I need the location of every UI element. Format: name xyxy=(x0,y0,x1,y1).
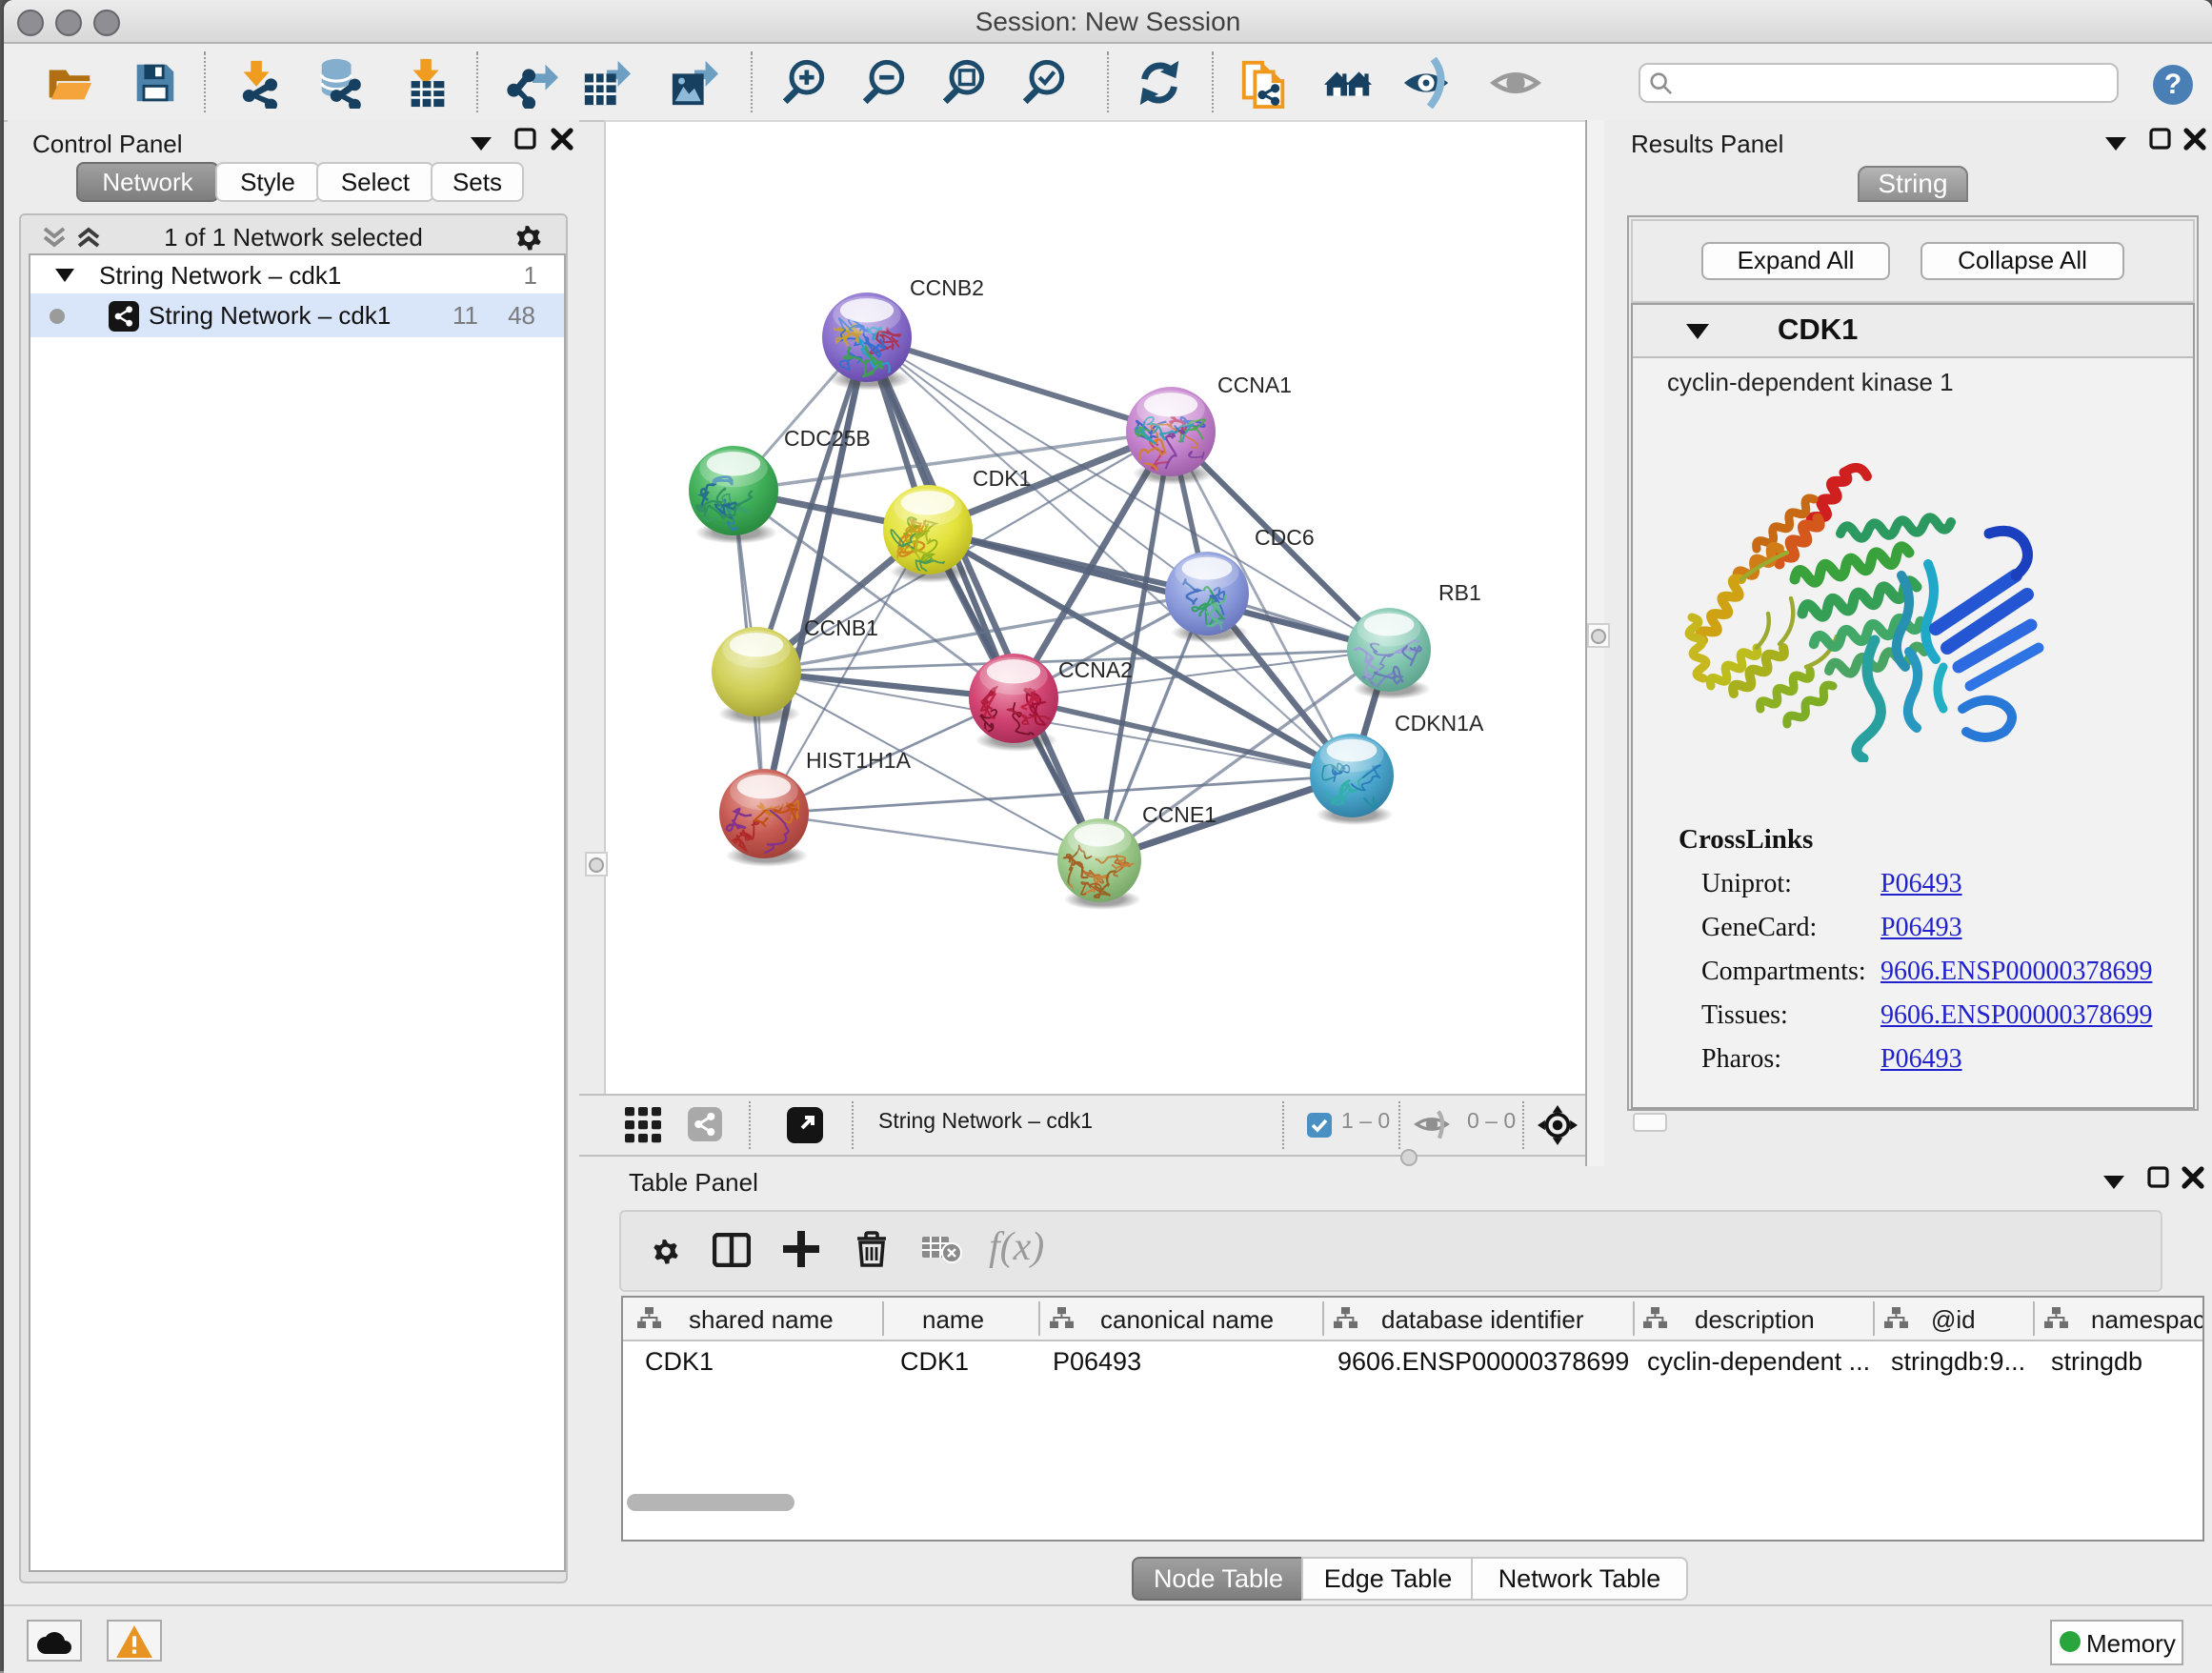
svg-text:CCNA2: CCNA2 xyxy=(1058,657,1133,682)
svg-text:CCNE1: CCNE1 xyxy=(1142,802,1217,827)
svg-text:CDC25B: CDC25B xyxy=(784,426,871,451)
svg-text:CDKN1A: CDKN1A xyxy=(1395,711,1484,736)
svg-text:CCNB1: CCNB1 xyxy=(804,615,878,640)
svg-text:CDC6: CDC6 xyxy=(1255,525,1315,550)
svg-text:HIST1H1A: HIST1H1A xyxy=(806,748,912,773)
svg-text:CDK1: CDK1 xyxy=(973,466,1031,491)
svg-text:CCNB2: CCNB2 xyxy=(910,275,984,300)
svg-text:CCNA1: CCNA1 xyxy=(1217,373,1292,397)
svg-text:RB1: RB1 xyxy=(1438,580,1481,605)
